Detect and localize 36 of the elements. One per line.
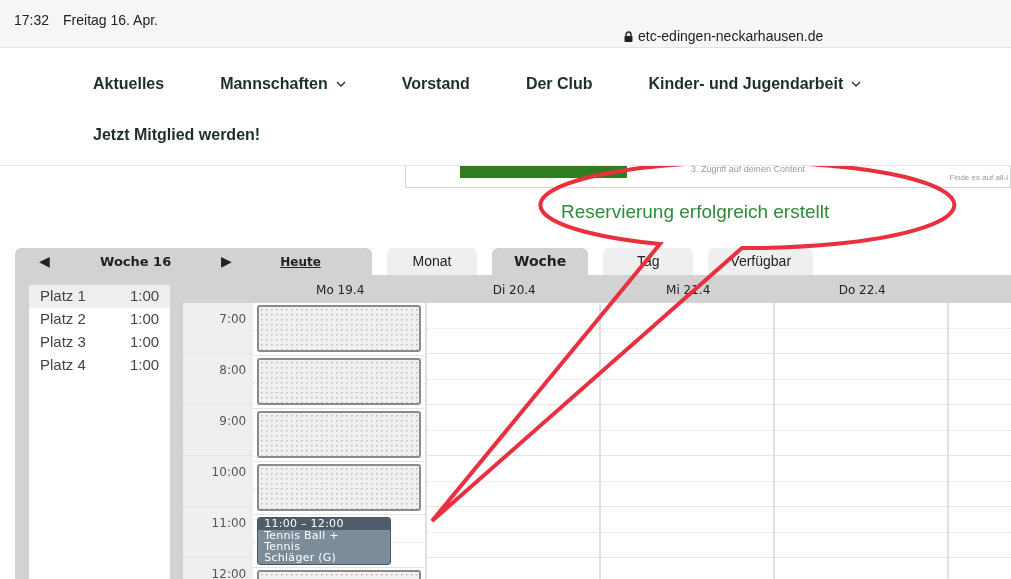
hour-label: 10:00: [211, 465, 247, 479]
view-tab[interactable]: Verfügbar: [708, 248, 814, 275]
court-row[interactable]: Platz 2 1:00: [29, 308, 171, 331]
ad-note: Finde es auf all-i: [949, 172, 1008, 184]
hour-label: 7:00: [219, 312, 247, 326]
next-week-button[interactable]: ▶: [221, 251, 233, 272]
hour-label: 8:00: [219, 363, 247, 377]
today-button[interactable]: Heute: [280, 252, 321, 271]
week-label: Woche 16: [100, 252, 172, 271]
court-row[interactable]: Platz 3 1:00: [29, 331, 171, 354]
hour-label: 9:00: [219, 414, 247, 428]
day-header: Di 20.4: [492, 283, 536, 297]
hour-label: 12:00: [211, 567, 247, 579]
status-date: Freitag 16. Apr.: [63, 11, 158, 30]
view-tab[interactable]: Monat: [387, 248, 477, 275]
clock-time: 17:32: [14, 11, 50, 30]
day-header: Mo 19.4: [316, 283, 365, 297]
success-message: Reservierung erfolgreich erstellt: [561, 201, 830, 222]
lock-icon: [624, 31, 633, 42]
court-row[interactable]: Platz 4 1:00: [29, 354, 171, 377]
nav-link[interactable]: Mannschaften: [220, 72, 346, 96]
booking-event[interactable]: 11:00 – 12:00 Tennis Ball + Tennis Schläger (G): [257, 517, 392, 565]
nav-link[interactable]: Der Club: [525, 72, 593, 96]
previous-week-button[interactable]: ◀: [39, 251, 50, 272]
nav-link[interactable]: Aktuelles: [93, 72, 165, 96]
event-time: 11:00 – 12:00: [258, 518, 391, 530]
hour-label: 11:00: [211, 516, 247, 530]
view-tab[interactable]: Woche: [492, 248, 589, 275]
url-text[interactable]: etc-edingen-neckarhausen.de: [638, 26, 824, 47]
ad-text: 3. Zugriff auf deinen Content: [691, 163, 805, 176]
nav-link[interactable]: Kinder- und Jugendarbeit: [648, 72, 862, 96]
court-row[interactable]: Platz 1 1:00: [29, 285, 171, 308]
event-title: Tennis Ball + Tennis Schläger (G): [263, 530, 340, 563]
day-header: Do 22.4: [838, 283, 886, 297]
nav-link[interactable]: Vorstand: [401, 72, 470, 96]
nav-link[interactable]: Jetzt Mitglied werden!: [93, 123, 1011, 147]
